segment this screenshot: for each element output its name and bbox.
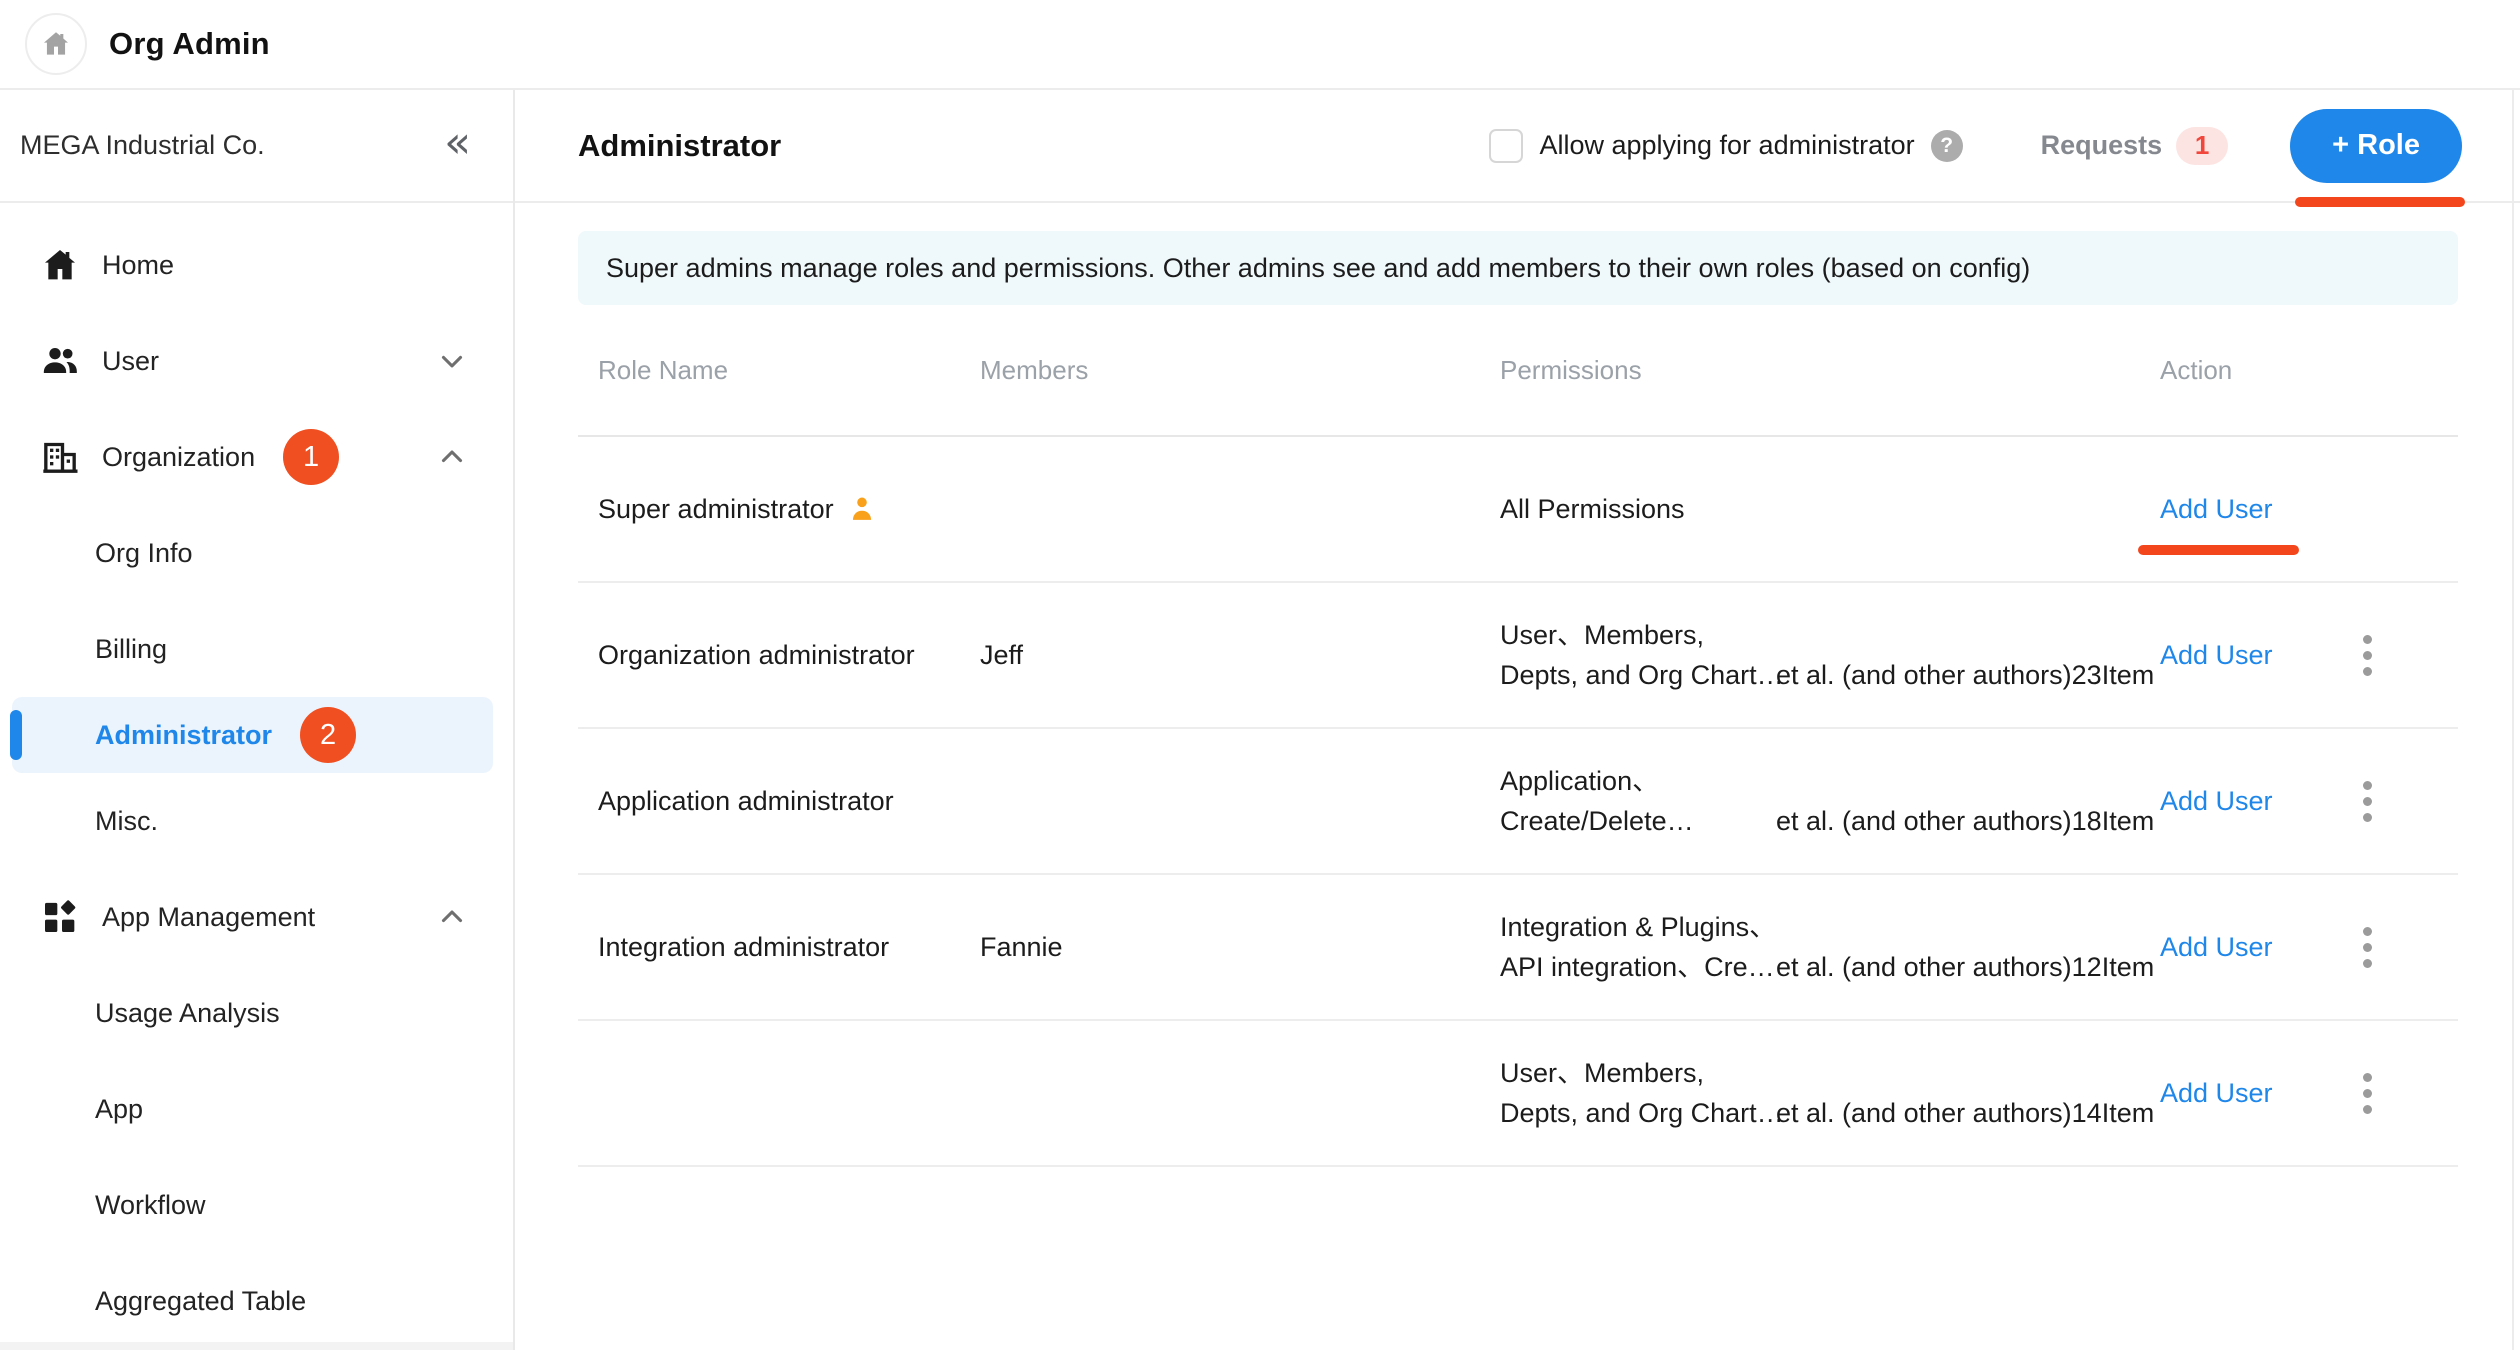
permissions-line1: Integration & Plugins、 <box>1500 907 1776 947</box>
sidebar-item-label: Aggregated Table <box>95 1286 306 1317</box>
permissions-summary: et al. (and other authors)14Item <box>1776 1093 2154 1133</box>
table-header-row: Role Name Members Permissions Action <box>578 305 2458 437</box>
sidebar-item-label: User <box>102 346 159 377</box>
column-header-members: Members <box>980 355 1500 386</box>
permissions-line1: Application、 <box>1500 761 1776 801</box>
allow-applying-checkbox[interactable] <box>1489 129 1523 163</box>
chevron-up-icon <box>435 900 469 934</box>
column-header-role-name: Role Name <box>578 355 980 386</box>
permissions-line2: API integration、Cre… <box>1500 947 1776 987</box>
role-name: Application administrator <box>598 786 894 817</box>
sidebar-item-label: App Management <box>102 902 315 933</box>
allow-applying-label: Allow applying for administrator <box>1539 130 1914 161</box>
sidebar-item-organization[interactable]: Organization 1 <box>0 409 513 505</box>
sidebar-item-label: Billing <box>95 634 167 665</box>
users-icon <box>38 339 82 383</box>
collapse-sidebar-icon[interactable]: « <box>444 121 471 165</box>
info-banner-text: Super admins manage roles and permission… <box>606 253 2030 284</box>
sidebar-nav: Home User Organization 1 <box>0 203 513 1349</box>
more-actions-icon[interactable] <box>2357 921 2378 974</box>
sidebar-item-app-management[interactable]: App Management <box>0 869 513 965</box>
more-actions-icon[interactable] <box>2357 1067 2378 1120</box>
permissions-summary: et al. (and other authors)23Item <box>1776 655 2154 695</box>
table-row: Organization administrator Jeff User、Mem… <box>578 583 2458 729</box>
chevron-up-icon <box>435 440 469 474</box>
column-header-action: Action <box>2160 355 2458 386</box>
help-icon[interactable]: ? <box>1931 130 1963 162</box>
add-user-link[interactable]: Add User <box>2160 786 2273 817</box>
page-header: Administrator Allow applying for adminis… <box>515 90 2520 203</box>
table-row: Super administrator All Permissions Add … <box>578 437 2458 583</box>
sidebar-item-label: Workflow <box>95 1190 206 1221</box>
scrollbar-track[interactable] <box>2512 90 2514 1350</box>
building-icon <box>38 435 82 479</box>
permissions-line2: Depts, and Org Chart… <box>1500 1093 1776 1133</box>
main-content: Administrator Allow applying for adminis… <box>515 90 2520 1350</box>
home-button[interactable] <box>25 13 87 75</box>
more-actions-icon[interactable] <box>2357 775 2378 828</box>
requests-link[interactable]: Requests <box>2041 130 2163 161</box>
home-icon <box>40 28 72 60</box>
sidebar-item-administrator[interactable]: Administrator 2 <box>12 697 493 773</box>
permissions-summary: et al. (and other authors)18Item <box>1776 801 2154 841</box>
sidebar-item-user[interactable]: User <box>0 313 513 409</box>
apps-icon <box>38 895 82 939</box>
permissions-summary: et al. (and other authors)12Item <box>1776 947 2154 987</box>
notification-badge: 1 <box>283 429 339 485</box>
app-title: Org Admin <box>109 26 270 62</box>
roles-table: Role Name Members Permissions Action Sup… <box>578 305 2458 1167</box>
sidebar: MEGA Industrial Co. « Home User <box>0 90 515 1350</box>
sidebar-item-label: Home <box>102 250 174 281</box>
requests-count-badge: 1 <box>2176 127 2228 165</box>
more-actions-icon[interactable] <box>2357 629 2378 682</box>
sidebar-item-label: Org Info <box>95 538 193 569</box>
add-user-link[interactable]: Add User <box>2160 1078 2273 1109</box>
top-bar: Org Admin <box>0 0 2520 90</box>
add-user-link[interactable]: Add User <box>2160 640 2273 671</box>
page-title: Administrator <box>578 128 781 164</box>
add-role-button[interactable]: + Role <box>2290 109 2462 183</box>
role-name: Super administrator <box>598 494 834 525</box>
info-banner: Super admins manage roles and permission… <box>578 231 2458 305</box>
members-cell: Fannie <box>980 932 1063 962</box>
column-header-permissions: Permissions <box>1500 355 2160 386</box>
sidebar-item-usage-analysis[interactable]: Usage Analysis <box>0 965 513 1061</box>
sidebar-item-app[interactable]: App <box>0 1061 513 1157</box>
sidebar-item-misc[interactable]: Misc. <box>0 773 513 869</box>
sidebar-item-label: Misc. <box>95 806 158 837</box>
add-user-link[interactable]: Add User <box>2160 932 2273 963</box>
sidebar-header: MEGA Industrial Co. « <box>0 90 513 203</box>
org-name: MEGA Industrial Co. <box>20 130 265 161</box>
add-user-link[interactable]: Add User <box>2160 494 2273 525</box>
permissions-line1: User、Members, <box>1500 615 1776 655</box>
sidebar-item-label: Usage Analysis <box>95 998 280 1029</box>
sidebar-item-org-info[interactable]: Org Info <box>0 505 513 601</box>
table-row: Application administrator Application、 C… <box>578 729 2458 875</box>
owner-person-icon <box>846 493 878 525</box>
table-row: User、Members, Depts, and Org Chart… et a… <box>578 1021 2458 1167</box>
permissions-line2: All Permissions <box>1500 489 1776 529</box>
members-cell: Jeff <box>980 640 1023 670</box>
sidebar-item-label: Administrator <box>95 720 272 751</box>
role-name: Organization administrator <box>598 640 915 671</box>
role-name: Integration administrator <box>598 932 889 963</box>
sidebar-item-label: Organization <box>102 442 255 473</box>
permissions-line2: Depts, and Org Chart… <box>1500 655 1776 695</box>
home-icon <box>38 243 82 287</box>
sidebar-item-home[interactable]: Home <box>0 217 513 313</box>
permissions-line1: User、Members, <box>1500 1053 1776 1093</box>
sidebar-item-workflow[interactable]: Workflow <box>0 1157 513 1253</box>
sidebar-item-aggregated-table[interactable]: Aggregated Table <box>0 1253 513 1349</box>
notification-badge: 2 <box>300 707 356 763</box>
table-row: Integration administrator Fannie Integra… <box>578 875 2458 1021</box>
sidebar-item-billing[interactable]: Billing <box>0 601 513 697</box>
sidebar-item-label: App <box>95 1094 143 1125</box>
permissions-line2: Create/Delete… <box>1500 801 1776 841</box>
chevron-down-icon <box>435 344 469 378</box>
